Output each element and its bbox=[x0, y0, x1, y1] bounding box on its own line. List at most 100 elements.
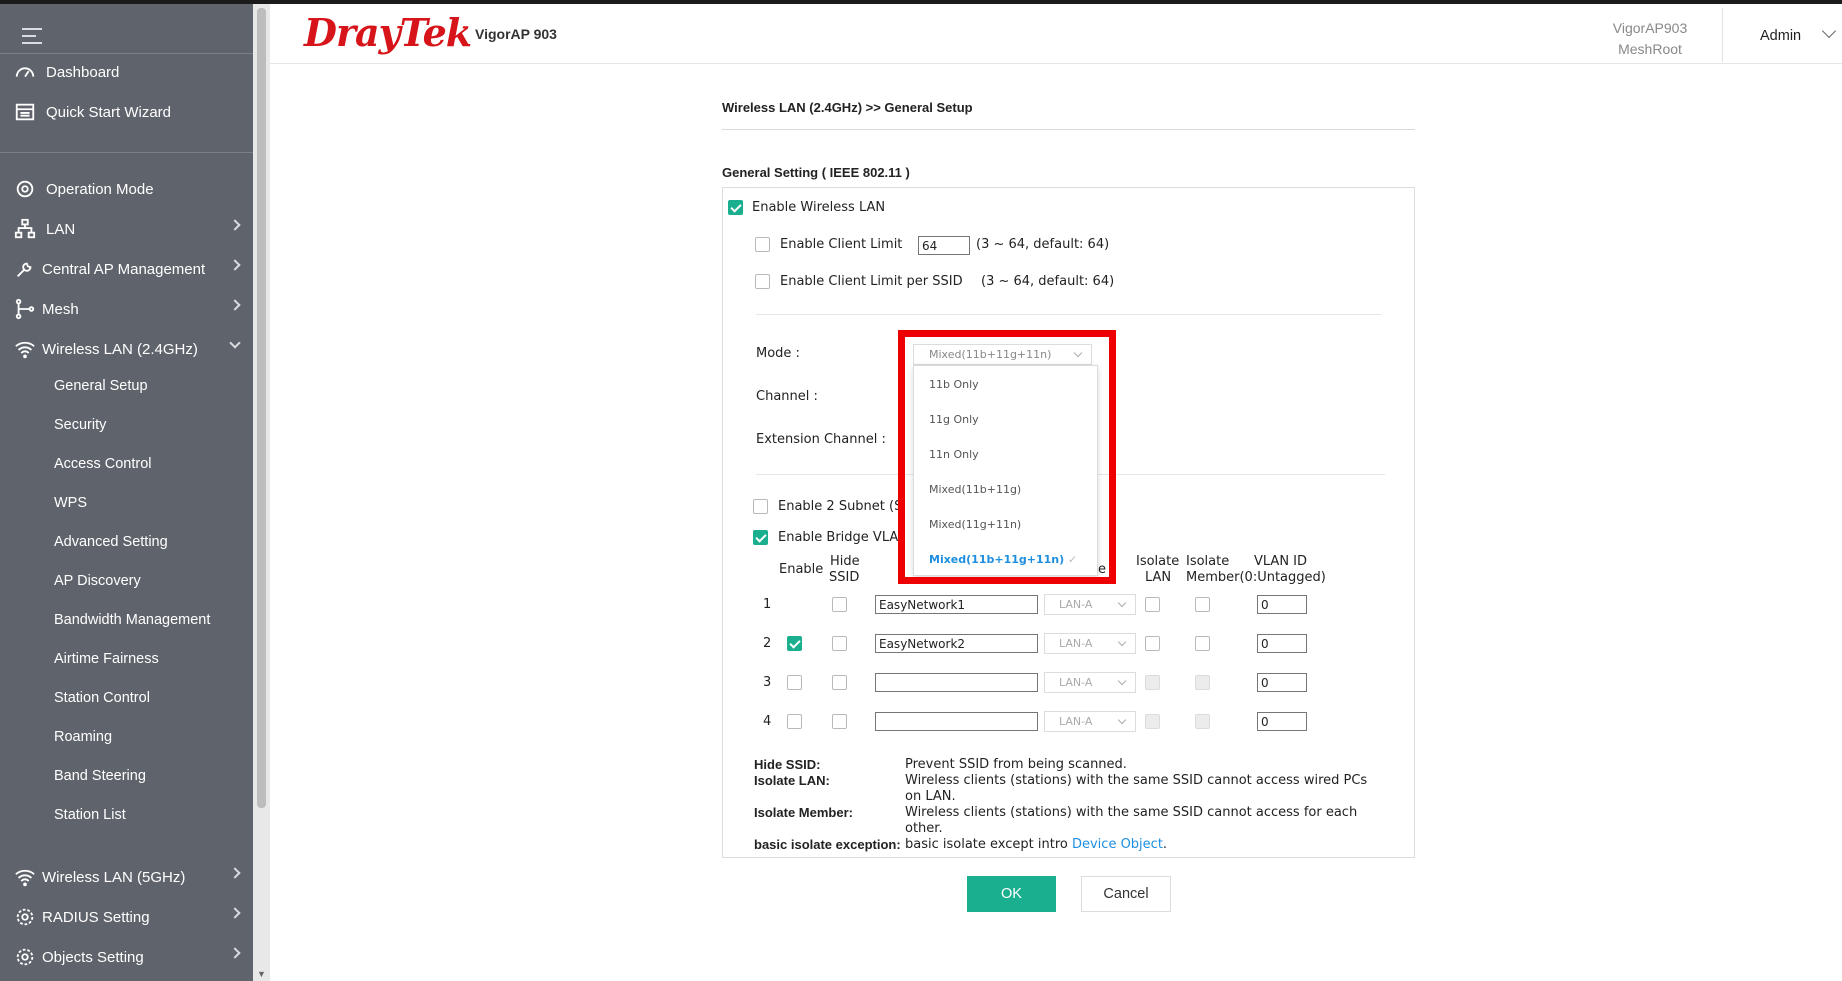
sidebar-sub-ap-discovery[interactable]: AP Discovery bbox=[54, 563, 253, 599]
vlan-id-input[interactable] bbox=[1257, 673, 1307, 692]
gear-icon bbox=[12, 904, 38, 930]
wifi-icon bbox=[12, 336, 38, 362]
device-object-link[interactable]: Device Object bbox=[1072, 837, 1163, 852]
col-isolate-member: Isolate bbox=[1186, 554, 1230, 569]
vlan-id-input[interactable] bbox=[1257, 634, 1307, 653]
hide-ssid-checkbox[interactable] bbox=[832, 636, 847, 651]
col-vlan-id: VLAN ID bbox=[1254, 554, 1308, 569]
lan-select[interactable]: LAN-A bbox=[1044, 711, 1136, 732]
isolate-lan-checkbox[interactable] bbox=[1145, 597, 1160, 612]
isolate-member-checkbox bbox=[1195, 714, 1210, 729]
sidebar-item-radius-setting[interactable]: RADIUS Setting bbox=[0, 897, 253, 937]
mode-label: Mode : bbox=[756, 346, 800, 361]
sidebar: Dashboard Quick Start Wizard Operation M… bbox=[0, 4, 253, 981]
legend-hide-ssid-value: Prevent SSID from being scanned. bbox=[905, 757, 1127, 772]
enable-bridge-vlan-checkbox[interactable] bbox=[753, 530, 768, 545]
sidebar-scrollbar[interactable]: ▼ bbox=[253, 4, 270, 981]
vlan-id-input[interactable] bbox=[1257, 712, 1307, 731]
isolate-member-checkbox[interactable] bbox=[1195, 636, 1210, 651]
mesh-icon bbox=[12, 296, 38, 322]
sidebar-sub-advanced-setting[interactable]: Advanced Setting bbox=[54, 524, 253, 560]
dashboard-icon bbox=[12, 59, 38, 85]
enable-2-subnet-label: Enable 2 Subnet (Si bbox=[778, 499, 906, 514]
sidebar-sub-station-list[interactable]: Station List bbox=[54, 797, 253, 833]
isolate-member-checkbox bbox=[1195, 675, 1210, 690]
sidebar-sub-roaming[interactable]: Roaming bbox=[54, 719, 253, 755]
model-name: VigorAP 903 bbox=[475, 26, 557, 42]
sidebar-sub-station-control[interactable]: Station Control bbox=[54, 680, 253, 716]
chevron-right-icon bbox=[229, 867, 241, 879]
row-enable-checkbox[interactable] bbox=[787, 714, 802, 729]
ssid-input[interactable] bbox=[875, 595, 1038, 614]
ok-button[interactable]: OK bbox=[967, 876, 1056, 912]
sidebar-sub-bandwidth-management[interactable]: Bandwidth Management bbox=[54, 602, 253, 638]
sidebar-sub-airtime-fairness[interactable]: Airtime Fairness bbox=[54, 641, 253, 677]
highlight-annotation bbox=[898, 330, 1116, 584]
sidebar-item-wireless-lan-5[interactable]: Wireless LAN (5GHz) bbox=[0, 857, 253, 897]
lan-icon bbox=[12, 216, 38, 242]
sidebar-item-mesh[interactable]: Mesh bbox=[0, 289, 253, 329]
sidebar-item-lan[interactable]: LAN bbox=[0, 209, 253, 249]
client-limit-ssid-label: Enable Client Limit per SSID bbox=[780, 274, 963, 289]
sidebar-item-wireless-lan-24[interactable]: Wireless LAN (2.4GHz) bbox=[0, 329, 253, 369]
wifi-icon bbox=[12, 864, 38, 890]
chevron-right-icon bbox=[229, 947, 241, 959]
chevron-down-icon[interactable] bbox=[1821, 23, 1837, 39]
hide-ssid-checkbox[interactable] bbox=[832, 714, 847, 729]
row-number: 3 bbox=[763, 675, 772, 690]
brand-logo: DrayTek bbox=[304, 10, 472, 55]
enable-wlan-checkbox[interactable] bbox=[728, 200, 743, 215]
enable-bridge-vlan-label: Enable Bridge VLA bbox=[778, 530, 899, 545]
client-limit-ssid-checkbox[interactable] bbox=[755, 274, 770, 289]
enable-wlan-label: Enable Wireless LAN bbox=[752, 200, 886, 215]
isolate-lan-checkbox[interactable] bbox=[1145, 636, 1160, 651]
wizard-icon bbox=[12, 99, 38, 125]
legend-isolate-member-value: Wireless clients (stations) with the sam… bbox=[905, 805, 1358, 836]
row-enable-checkbox[interactable] bbox=[787, 636, 802, 651]
ssid-input[interactable] bbox=[875, 712, 1038, 731]
row-enable-checkbox[interactable] bbox=[787, 675, 802, 690]
legend-isolate-lan-value: Wireless clients (stations) with the sam… bbox=[905, 773, 1368, 804]
legend-isolate-member-key: Isolate Member: bbox=[754, 805, 853, 820]
enable-2-subnet-checkbox[interactable] bbox=[753, 499, 768, 514]
sidebar-item-central-ap-management[interactable]: Central AP Management bbox=[0, 249, 253, 289]
sidebar-sub-wps[interactable]: WPS bbox=[54, 485, 253, 521]
device-info: VigorAP903 MeshRoot bbox=[1612, 20, 1688, 57]
client-limit-checkbox[interactable] bbox=[755, 237, 770, 252]
chevron-down-icon bbox=[229, 337, 241, 349]
sidebar-sub-general-setup[interactable]: General Setup bbox=[54, 368, 253, 404]
operation-mode-icon bbox=[12, 176, 38, 202]
hide-ssid-checkbox[interactable] bbox=[832, 597, 847, 612]
client-limit-input[interactable] bbox=[918, 236, 970, 255]
chevron-right-icon bbox=[229, 219, 241, 231]
lan-select[interactable]: LAN-A bbox=[1044, 633, 1136, 654]
legend-exception-key: basic isolate exception: bbox=[754, 837, 901, 852]
ssid-input[interactable] bbox=[875, 634, 1038, 653]
menu-toggle-icon[interactable] bbox=[22, 28, 42, 44]
wrench-icon bbox=[12, 256, 38, 282]
user-menu[interactable]: Admin bbox=[1760, 28, 1801, 44]
isolate-member-checkbox[interactable] bbox=[1195, 597, 1210, 612]
cancel-button[interactable]: Cancel bbox=[1081, 876, 1171, 912]
sidebar-item-dashboard[interactable]: Dashboard bbox=[0, 52, 253, 92]
col-hide-ssid: Hide bbox=[830, 554, 860, 569]
lan-select[interactable]: LAN-A bbox=[1044, 672, 1136, 693]
vlan-id-input[interactable] bbox=[1257, 595, 1307, 614]
gear-icon bbox=[12, 944, 38, 970]
hide-ssid-checkbox[interactable] bbox=[832, 675, 847, 690]
sidebar-item-operation-mode[interactable]: Operation Mode bbox=[0, 169, 253, 209]
lan-select[interactable]: LAN-A bbox=[1044, 594, 1136, 615]
sidebar-sub-band-steering[interactable]: Band Steering bbox=[54, 758, 253, 794]
sidebar-sub-access-control[interactable]: Access Control bbox=[54, 446, 253, 482]
legend-hide-ssid-key: Hide SSID: bbox=[754, 757, 821, 772]
extension-channel-label: Extension Channel : bbox=[756, 432, 886, 447]
legend-isolate-lan-key: Isolate LAN: bbox=[754, 773, 830, 788]
chevron-right-icon bbox=[229, 299, 241, 311]
sidebar-item-objects-setting[interactable]: Objects Setting bbox=[0, 937, 253, 977]
sidebar-sub-security[interactable]: Security bbox=[54, 407, 253, 443]
section-title: General Setting ( IEEE 802.11 ) bbox=[722, 165, 910, 180]
chevron-right-icon bbox=[229, 259, 241, 271]
ssid-input[interactable] bbox=[875, 673, 1038, 692]
sidebar-item-quick-start-wizard[interactable]: Quick Start Wizard bbox=[0, 92, 253, 132]
legend-exception-value: basic isolate except intro Device Object… bbox=[905, 837, 1168, 852]
